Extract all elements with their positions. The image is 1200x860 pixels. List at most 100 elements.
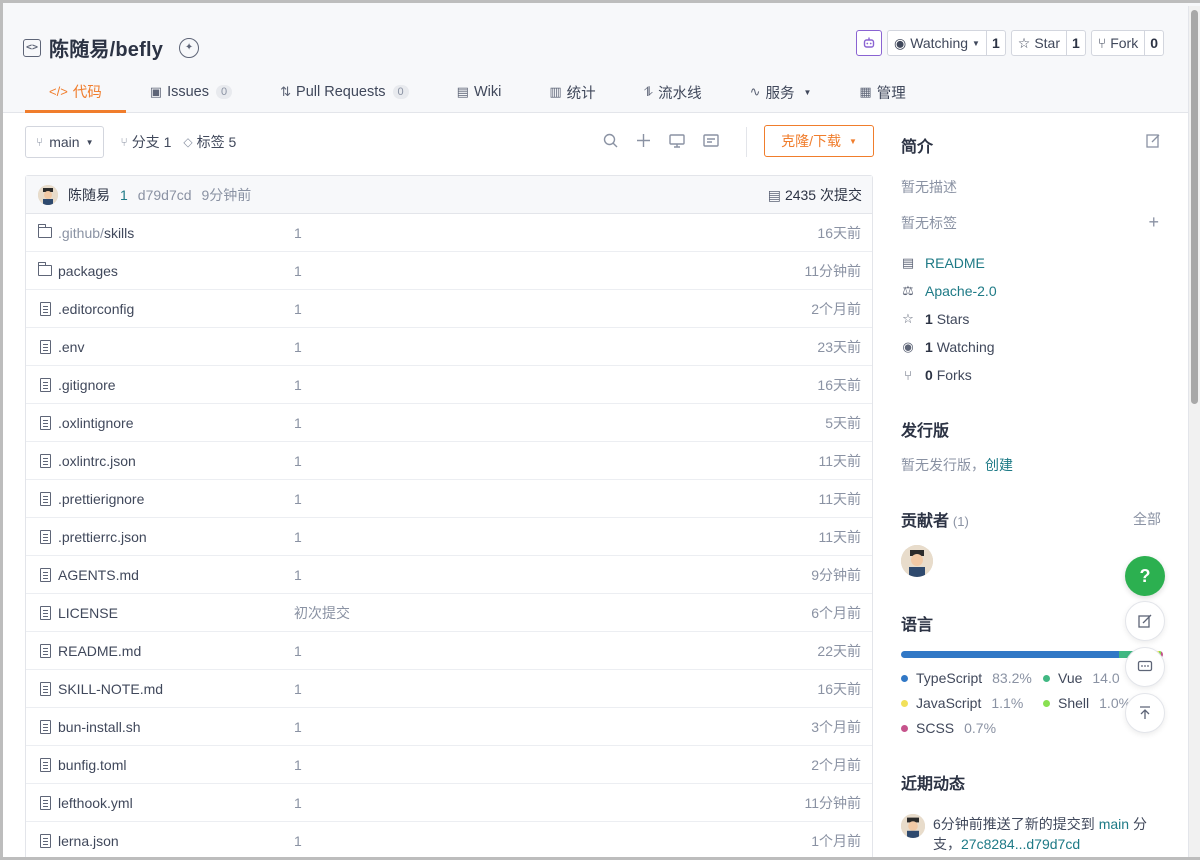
- chat-button[interactable]: [1125, 647, 1165, 687]
- file-commit-message[interactable]: 1: [294, 339, 302, 355]
- clone-download-button[interactable]: 克隆/下载 ▼: [764, 125, 874, 157]
- back-to-top-button[interactable]: [1125, 693, 1165, 733]
- file-commit-message[interactable]: 1: [294, 643, 302, 659]
- avatar[interactable]: [38, 184, 58, 205]
- file-name[interactable]: .env: [58, 339, 84, 355]
- file-commit-message[interactable]: 1: [294, 833, 302, 849]
- file-row[interactable]: .prettierignore 1 11天前: [26, 480, 872, 518]
- repo-title[interactable]: 陈随易/befly: [49, 33, 163, 62]
- scrollbar-thumb[interactable]: [1191, 10, 1198, 404]
- file-name[interactable]: lefthook.yml: [58, 795, 133, 811]
- tab-manage[interactable]: ▦ 管理: [835, 73, 929, 111]
- tags-link[interactable]: ◇ 标签 5: [183, 132, 236, 152]
- file-row[interactable]: LICENSE 初次提交 6个月前: [26, 594, 872, 632]
- add-file-icon[interactable]: [636, 133, 651, 152]
- web-ide-icon[interactable]: [669, 133, 685, 152]
- file-commit-message[interactable]: 1: [294, 719, 302, 735]
- file-name[interactable]: AGENTS.md: [58, 567, 139, 583]
- license-link[interactable]: ⚖ Apache-2.0: [901, 277, 1163, 305]
- file-name[interactable]: lerna.json: [58, 833, 119, 849]
- file-name[interactable]: .prettierrc.json: [58, 529, 147, 545]
- file-row[interactable]: bunfig.toml 1 2个月前: [26, 746, 872, 784]
- file-commit-message[interactable]: 1: [294, 377, 302, 393]
- tab-services[interactable]: ∿ 服务 ▼: [726, 73, 836, 111]
- all-contributors-link[interactable]: 全部: [1133, 509, 1161, 529]
- page-scrollbar[interactable]: [1188, 6, 1200, 857]
- avatar[interactable]: [901, 814, 925, 838]
- file-commit-message[interactable]: 初次提交: [294, 603, 350, 623]
- star-count[interactable]: 1: [1066, 31, 1085, 55]
- avatar[interactable]: [901, 545, 933, 577]
- tab-pull-requests[interactable]: ⇅ Pull Requests 0: [256, 73, 433, 111]
- feedback-button[interactable]: [1125, 601, 1165, 641]
- add-tag-icon[interactable]: +: [1148, 213, 1159, 231]
- stars-stat[interactable]: ☆ 1 Stars: [901, 305, 1163, 333]
- file-name[interactable]: bunfig.toml: [58, 757, 126, 773]
- file-commit-message[interactable]: 1: [294, 491, 302, 507]
- branch-select[interactable]: ⑂ main ▼: [25, 126, 105, 158]
- file-name[interactable]: .oxlintrc.json: [58, 453, 136, 469]
- activity-commit-range-link[interactable]: 27c8284...d79d7cd: [961, 836, 1080, 852]
- folder-row[interactable]: packages 1 11分钟前: [26, 252, 872, 290]
- watch-button[interactable]: ◉ Watching ▼ 1: [886, 30, 1006, 56]
- folder-row[interactable]: .github/skills 1 16天前: [26, 214, 872, 252]
- file-row[interactable]: README.md 1 22天前: [26, 632, 872, 670]
- file-row[interactable]: .editorconfig 1 2个月前: [26, 290, 872, 328]
- file-name[interactable]: LICENSE: [58, 605, 118, 621]
- tab-stats[interactable]: ▥ 统计: [525, 73, 619, 111]
- file-name[interactable]: .oxlintignore: [58, 415, 134, 431]
- watching-stat[interactable]: ◉ 1 Watching: [901, 333, 1163, 361]
- language-item[interactable]: TypeScript 83.2%: [901, 670, 1043, 686]
- file-row[interactable]: lefthook.yml 1 11分钟前: [26, 784, 872, 822]
- file-name[interactable]: .gitignore: [58, 377, 116, 393]
- edit-icon[interactable]: [1146, 133, 1161, 151]
- file-row[interactable]: .prettierrc.json 1 11天前: [26, 518, 872, 556]
- language-item[interactable]: JavaScript 1.1%: [901, 695, 1043, 711]
- activity-branch-link[interactable]: main: [1099, 816, 1129, 832]
- file-name[interactable]: bun-install.sh: [58, 719, 141, 735]
- commit-hash[interactable]: d79d7cd: [138, 187, 192, 203]
- file-row[interactable]: .oxlintrc.json 1 11天前: [26, 442, 872, 480]
- forks-stat[interactable]: ⑂ 0 Forks: [901, 361, 1163, 389]
- file-row[interactable]: lerna.json 1 1个月前: [26, 822, 872, 857]
- star-button[interactable]: ☆ Star 1: [1010, 30, 1086, 56]
- file-commit-message[interactable]: 1: [294, 301, 302, 317]
- file-commit-message[interactable]: 1: [294, 795, 302, 811]
- language-item[interactable]: SCSS 0.7%: [901, 720, 1043, 736]
- total-commits-link[interactable]: ▤ 2435 次提交: [768, 176, 862, 214]
- branches-link[interactable]: ⑂ 分支 1: [120, 132, 171, 152]
- file-commit-message[interactable]: 1: [294, 567, 302, 583]
- commit-message[interactable]: 1: [120, 187, 128, 203]
- fork-count[interactable]: 0: [1144, 31, 1163, 55]
- file-commit-message[interactable]: 1: [294, 415, 302, 431]
- file-commit-message[interactable]: 1: [294, 453, 302, 469]
- file-name[interactable]: README.md: [58, 643, 141, 659]
- tab-wiki[interactable]: ▤ Wiki: [433, 73, 526, 111]
- tab-pipeline[interactable]: ⥮ 流水线: [620, 73, 726, 111]
- search-icon[interactable]: [603, 133, 618, 152]
- file-commit-message[interactable]: 1: [294, 225, 302, 241]
- commit-author[interactable]: 陈随易: [68, 185, 110, 205]
- create-release-link[interactable]: 创建: [985, 457, 1013, 473]
- file-name[interactable]: .prettierignore: [58, 491, 144, 507]
- file-commit-message[interactable]: 1: [294, 529, 302, 545]
- file-name[interactable]: .editorconfig: [58, 301, 134, 317]
- ai-assistant-button[interactable]: [855, 30, 882, 56]
- file-row[interactable]: AGENTS.md 1 9分钟前: [26, 556, 872, 594]
- readme-link[interactable]: ▤ README: [901, 249, 1163, 277]
- file-row[interactable]: .oxlintignore 1 5天前: [26, 404, 872, 442]
- file-commit-message[interactable]: 1: [294, 757, 302, 773]
- file-commit-message[interactable]: 1: [294, 263, 302, 279]
- file-row[interactable]: .gitignore 1 16天前: [26, 366, 872, 404]
- tab-code[interactable]: </> 代码: [25, 73, 126, 113]
- file-name[interactable]: SKILL-NOTE.md: [58, 681, 163, 697]
- file-row[interactable]: SKILL-NOTE.md 1 16天前: [26, 670, 872, 708]
- file-name[interactable]: packages: [58, 263, 118, 279]
- file-name[interactable]: .github/skills: [58, 225, 134, 241]
- recommend-badge-icon[interactable]: ✦: [179, 37, 200, 58]
- file-row[interactable]: bun-install.sh 1 3个月前: [26, 708, 872, 746]
- file-commit-message[interactable]: 1: [294, 681, 302, 697]
- terminal-icon[interactable]: [703, 133, 719, 152]
- fork-button[interactable]: ⑂ Fork 0: [1090, 30, 1164, 56]
- file-row[interactable]: .env 1 23天前: [26, 328, 872, 366]
